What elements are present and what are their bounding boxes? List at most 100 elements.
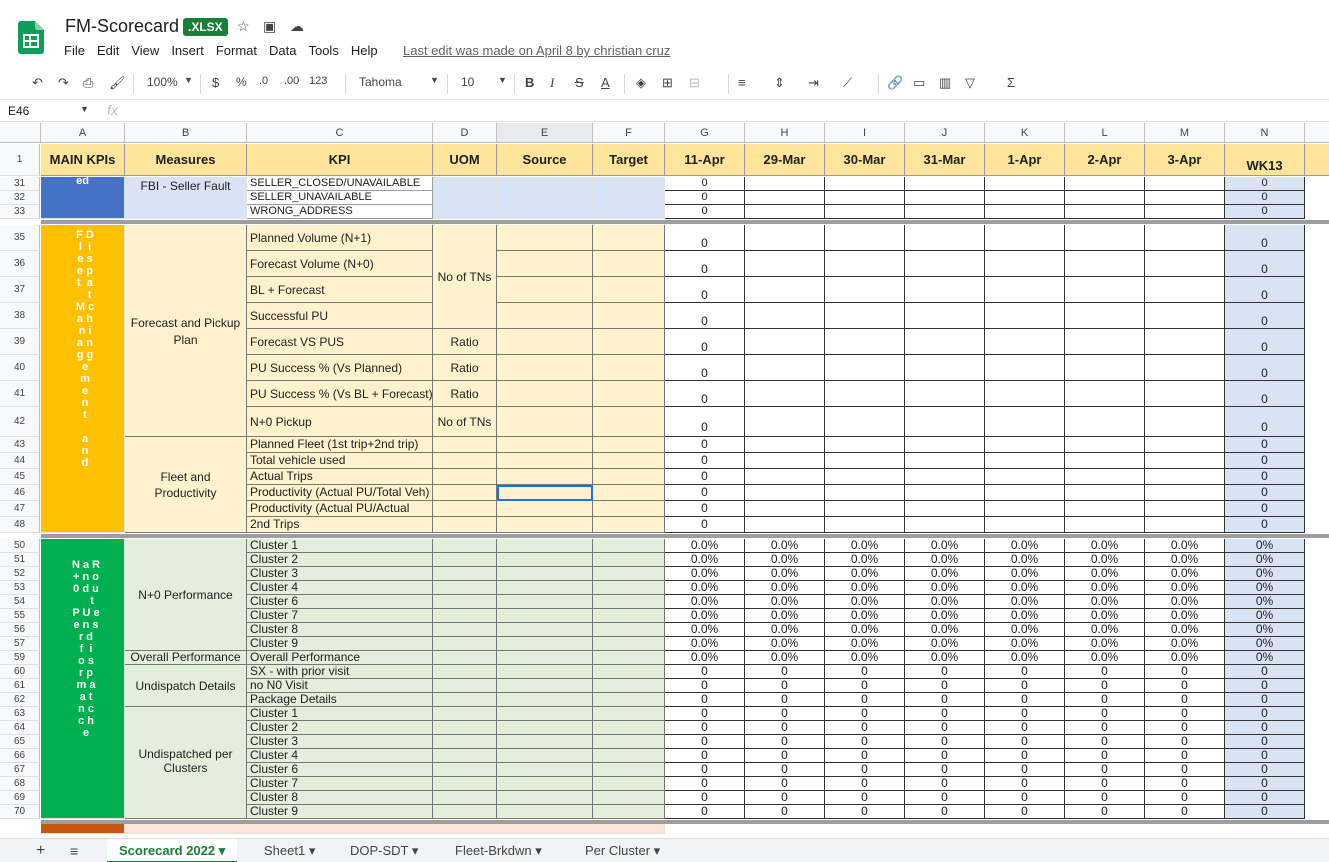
value-cell[interactable]: 0 [665, 665, 745, 679]
row-header[interactable]: 48 [0, 517, 40, 533]
value-cell[interactable] [1065, 225, 1145, 251]
value-cell[interactable]: 0.0% [745, 539, 825, 553]
empty-cell[interactable] [593, 501, 665, 517]
empty-cell[interactable] [497, 437, 593, 453]
value-cell[interactable] [1145, 303, 1225, 329]
empty-cell[interactable] [433, 553, 497, 567]
value-cell[interactable]: 0 [905, 777, 985, 791]
empty-cell[interactable] [497, 637, 593, 651]
value-cell[interactable]: 0% [1225, 637, 1305, 651]
value-cell[interactable]: 0 [665, 791, 745, 805]
empty-cell[interactable] [497, 381, 593, 407]
row-header[interactable]: 35 [0, 225, 40, 251]
empty-cell[interactable] [433, 595, 497, 609]
empty-cell[interactable] [497, 805, 593, 819]
empty-cell[interactable] [497, 225, 593, 251]
value-cell[interactable]: 0 [1065, 721, 1145, 735]
value-cell[interactable]: 0.0% [1065, 595, 1145, 609]
empty-cell[interactable] [433, 539, 497, 553]
value-cell[interactable]: 0 [665, 407, 745, 437]
row-header[interactable]: 41 [0, 381, 40, 407]
value-cell[interactable]: 0 [1225, 177, 1305, 191]
value-cell[interactable] [745, 177, 825, 191]
measure-cell[interactable]: Undispatched per Clusters [125, 707, 247, 819]
row-header[interactable]: 38 [0, 303, 40, 329]
value-cell[interactable]: 0 [1225, 777, 1305, 791]
empty-cell[interactable] [593, 567, 665, 581]
text-wrap-icon[interactable]: ⇥ [808, 75, 819, 91]
value-cell[interactable]: 0.0% [665, 595, 745, 609]
value-cell[interactable] [1145, 355, 1225, 381]
value-cell[interactable]: 0 [905, 735, 985, 749]
value-cell[interactable] [1065, 469, 1145, 485]
value-cell[interactable]: 0 [665, 381, 745, 407]
column-header-n[interactable]: N [1225, 123, 1305, 143]
value-cell[interactable]: 0.0% [665, 581, 745, 595]
value-cell[interactable]: 0 [1145, 721, 1225, 735]
value-cell[interactable]: 0 [825, 805, 905, 819]
value-cell[interactable] [905, 191, 985, 205]
value-cell[interactable]: 0 [1225, 191, 1305, 205]
value-cell[interactable] [985, 453, 1065, 469]
value-cell[interactable]: 0 [905, 679, 985, 693]
value-cell[interactable]: 0.0% [1145, 623, 1225, 637]
value-cell[interactable]: 0 [1225, 205, 1305, 219]
value-cell[interactable]: 0 [1225, 707, 1305, 721]
value-cell[interactable]: 0 [1225, 407, 1305, 437]
empty-cell[interactable] [497, 749, 593, 763]
value-cell[interactable]: 0 [665, 191, 745, 205]
empty-cell[interactable] [593, 277, 665, 303]
row-header[interactable]: 53 [0, 581, 40, 595]
empty-cell[interactable] [593, 517, 665, 533]
empty-cell[interactable] [593, 763, 665, 777]
kpi-cell[interactable]: PU Success % (Vs Planned) [247, 355, 433, 381]
value-cell[interactable]: 0 [825, 763, 905, 777]
value-cell[interactable]: 0 [1225, 749, 1305, 763]
kpi-cell[interactable]: SELLER_UNAVAILABLE [247, 191, 433, 205]
font-select[interactable]: Tahoma [359, 75, 402, 89]
value-cell[interactable] [1145, 205, 1225, 219]
tab-scorecard-2022[interactable]: Scorecard 2022 ▾ [107, 839, 238, 862]
value-cell[interactable]: 0 [985, 735, 1065, 749]
value-cell[interactable]: 0.0% [745, 567, 825, 581]
empty-cell[interactable] [497, 665, 593, 679]
empty-cell[interactable] [433, 581, 497, 595]
measure-cell[interactable]: N+0 Performance [125, 539, 247, 651]
value-cell[interactable]: 0.0% [1145, 567, 1225, 581]
value-cell[interactable]: 0 [905, 707, 985, 721]
empty-cell[interactable] [593, 707, 665, 721]
menu-help[interactable]: Help [351, 43, 378, 58]
value-cell[interactable]: 0.0% [905, 581, 985, 595]
value-cell[interactable] [985, 191, 1065, 205]
kpi-cell[interactable]: Productivity (Actual PU/Total Veh) [247, 485, 433, 501]
row-header[interactable]: 33 [0, 205, 40, 219]
value-cell[interactable]: 0 [825, 777, 905, 791]
value-cell[interactable]: 0 [1065, 777, 1145, 791]
value-cell[interactable]: 0 [1145, 763, 1225, 777]
value-cell[interactable] [905, 485, 985, 501]
value-cell[interactable]: 0.0% [905, 539, 985, 553]
value-cell[interactable]: 0.0% [665, 609, 745, 623]
value-cell[interactable]: 0 [825, 693, 905, 707]
kpi-cell[interactable]: WRONG_ADDRESS [247, 205, 433, 219]
value-cell[interactable]: 0 [1065, 679, 1145, 693]
empty-cell[interactable] [497, 693, 593, 707]
value-cell[interactable] [1065, 277, 1145, 303]
text-color-icon[interactable]: A [601, 75, 610, 90]
empty-cell[interactable] [497, 609, 593, 623]
value-cell[interactable]: 0 [745, 735, 825, 749]
value-cell[interactable]: 0 [665, 721, 745, 735]
value-cell[interactable]: 0 [665, 485, 745, 501]
value-cell[interactable]: 0.0% [825, 651, 905, 665]
value-cell[interactable]: 0 [665, 177, 745, 191]
value-cell[interactable]: 0 [1145, 805, 1225, 819]
value-cell[interactable] [1065, 407, 1145, 437]
kpi-cell[interactable]: Cluster 3 [247, 735, 433, 749]
menu-tools[interactable]: Tools [308, 43, 338, 58]
kpi-cell[interactable]: Cluster 6 [247, 763, 433, 777]
empty-cell[interactable] [593, 553, 665, 567]
value-cell[interactable] [1145, 501, 1225, 517]
value-cell[interactable] [1145, 453, 1225, 469]
value-cell[interactable]: 0% [1225, 539, 1305, 553]
value-cell[interactable]: 0% [1225, 553, 1305, 567]
